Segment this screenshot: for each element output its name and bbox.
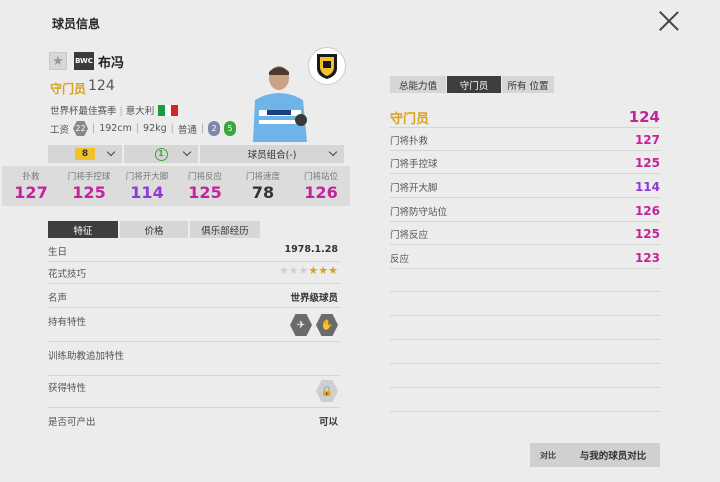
club-logo-icon [308, 47, 346, 85]
tab-goalkeeper[interactable]: 守门员 [447, 76, 501, 93]
chevron-down-icon [328, 147, 338, 157]
info-row-traits: 持有特性 ✈ ✋ [48, 314, 340, 342]
position-tabs: 总能力值 守门员 所有 位置 [390, 76, 554, 93]
info-row-birthday: 生日 1978.1.28 [48, 244, 340, 262]
trait-glove-icon[interactable]: ✋ [316, 314, 338, 336]
season-name: 世界杯最佳赛季 [50, 106, 117, 117]
player-season-nation: 世界杯最佳赛季 | 意大利 [50, 106, 155, 117]
body-type: 普通 [177, 124, 197, 136]
compare-button[interactable]: 对比 与我的球员对比 [530, 443, 660, 467]
attribute-row-empty [390, 370, 660, 388]
attribute-row-empty [390, 274, 660, 292]
attribute-row-empty [390, 298, 660, 316]
player-position: 守门员 [50, 82, 87, 96]
italy-flag-icon [158, 105, 179, 116]
tab-overall[interactable]: 总能力值 [390, 76, 446, 93]
chevron-down-icon [106, 147, 116, 157]
info-row-producible: 是否可产出 可以 [48, 417, 338, 428]
compare-label: 与我的球员对比 [579, 451, 647, 462]
favorite-star-icon[interactable]: ★ [49, 52, 67, 70]
close-icon[interactable] [658, 10, 680, 32]
enhance-level-value: 8 [75, 148, 95, 160]
position-rating-row: 守门员 124 [390, 108, 660, 128]
attribute-row-empty [390, 322, 660, 340]
stat-item: 门将反应 125 [187, 172, 222, 202]
info-row-acquired: 获得特性 🔒 [48, 380, 340, 408]
weight: 92kg [143, 123, 167, 134]
info-row-skill: 花式技巧 ★★★★★★ [48, 264, 340, 284]
attribute-row-empty [390, 394, 660, 412]
tab-club-history[interactable]: 俱乐部经历 [190, 221, 260, 238]
skill-stars: ★★★★★★ [278, 264, 338, 277]
stat-item: 扑救 127 [14, 172, 48, 202]
page-title: 球员信息 [52, 17, 101, 31]
info-row-fame: 名声 世界级球员 [48, 290, 340, 308]
team-color-select[interactable]: 球员组合(-) [200, 145, 344, 163]
tab-all-positions[interactable]: 所有 位置 [502, 76, 554, 93]
main-stats-bar: 扑救 127 门将手控球 125 门将开大脚 114 门将反应 125 门将速度 78 门… [2, 166, 350, 206]
player-overall: 124 [88, 78, 115, 94]
height: 192cm [99, 123, 132, 134]
wage-badge: 22 [73, 121, 89, 136]
stat-item: 门将手控球 125 [67, 172, 111, 202]
nationality: 意大利 [125, 106, 155, 117]
weak-foot-badge: 2 [208, 121, 221, 136]
skill-level-badge: 5 [224, 121, 237, 136]
info-tabs: 特征 价格 俱乐部经历 [48, 221, 260, 238]
enhance-level-select[interactable]: 8 [48, 145, 122, 163]
lock-icon: 🔒 [316, 380, 338, 402]
stat-item: 门将站位 126 [303, 172, 338, 202]
team-color-value: 球员组合(-) [247, 150, 297, 161]
tab-traits[interactable]: 特征 [48, 221, 118, 238]
stat-item: 门将速度 78 [245, 172, 280, 202]
player-photo [245, 62, 315, 142]
selector-row: 8 1 球员组合(-) [48, 145, 344, 163]
player-physical-row: 工资 22 | 192cm | 92kg | 普通 | 2 5 [50, 121, 237, 136]
attribute-row: 门将防守站位 126 [390, 204, 660, 222]
attribute-row: 门将扑救 127 [390, 133, 660, 151]
info-row-coach: 训练助教追加特性 [48, 348, 340, 376]
grade-select[interactable]: 1 [124, 145, 198, 163]
tab-price[interactable]: 价格 [120, 221, 188, 238]
trait-glove-punch-icon[interactable]: ✈ [290, 314, 312, 336]
attribute-row: 门将手控球 125 [390, 156, 660, 174]
compare-icon: 对比 [540, 450, 556, 460]
chevron-down-icon [182, 147, 192, 157]
stat-item: 门将开大脚 114 [125, 172, 169, 202]
attribute-row-empty [390, 346, 660, 364]
grade-value: 1 [154, 147, 168, 161]
attribute-row: 门将开大脚 114 [390, 180, 660, 198]
attribute-row: 反应 123 [390, 251, 660, 269]
season-badge: BWC [74, 52, 94, 70]
player-name: 布冯 [98, 56, 125, 71]
attribute-row: 门将反应 125 [390, 227, 660, 245]
